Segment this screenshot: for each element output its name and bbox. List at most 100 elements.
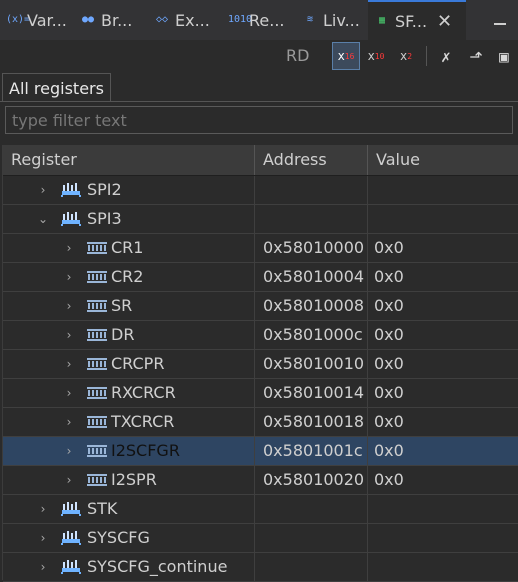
column-header-value[interactable]: Value (368, 145, 518, 175)
table-row[interactable]: › CR2 0x58010004 0x0 (3, 263, 518, 292)
tools-icon: ✗ (441, 46, 451, 66)
address-cell: 0x58010010 (255, 350, 368, 378)
table-row[interactable]: ⌄ SPI3 (3, 205, 518, 234)
chevron-right-icon[interactable]: › (37, 524, 49, 552)
value-cell[interactable]: 0x0 (368, 350, 518, 378)
bin-format-button[interactable]: x2 (392, 42, 420, 70)
value-cell[interactable]: 0x0 (368, 234, 518, 262)
export-button[interactable]: ⬏ (462, 42, 490, 70)
hex-format-button[interactable]: x 16 (332, 42, 360, 70)
value-cell[interactable]: 0x0 (368, 408, 518, 436)
register-name: STK (87, 499, 118, 518)
register-name: I2SPR (111, 470, 157, 489)
register-icon (87, 474, 107, 486)
tab-label: Var... (27, 10, 67, 30)
read-button[interactable]: RD (286, 46, 309, 65)
dec-label: x (367, 49, 375, 63)
table-row[interactable]: › SYSCFG (3, 524, 518, 553)
value-cell[interactable]: 0x0 (368, 466, 518, 494)
chevron-right-icon[interactable]: › (37, 553, 49, 581)
column-header-register[interactable]: Register (3, 145, 255, 175)
tab-expressions[interactable]: ◇◇ Ex... (148, 0, 222, 40)
register-name: TXCRCR (111, 412, 175, 431)
value-cell[interactable] (368, 205, 518, 233)
chevron-right-icon[interactable]: › (63, 437, 75, 465)
settings-button[interactable]: ✗ (432, 42, 460, 70)
register-name: SYSCFG_continue (87, 557, 228, 576)
value-cell[interactable] (368, 553, 518, 581)
chevron-down-icon[interactable]: ⌄ (37, 205, 49, 233)
register-cell: › CR1 (3, 234, 255, 262)
chevron-right-icon[interactable]: › (63, 350, 75, 378)
value-cell[interactable]: 0x0 (368, 437, 518, 465)
table-row[interactable]: › I2SPR 0x58010020 0x0 (3, 466, 518, 495)
hex-label: x (337, 49, 345, 63)
chevron-right-icon[interactable]: › (37, 495, 49, 523)
tab-sfrs[interactable]: ▦ SF... ✕ (368, 0, 466, 40)
sfr-icon: ▦ (378, 15, 386, 26)
table-row[interactable]: › SR 0x58010008 0x0 (3, 292, 518, 321)
register-name: CRCPR (111, 354, 165, 373)
tab-breakpoints[interactable]: ●● Br... (74, 0, 148, 40)
register-icon (87, 387, 107, 399)
chevron-right-icon[interactable]: › (63, 234, 75, 262)
export-icon: ⬏ (469, 46, 483, 66)
chevron-right-icon[interactable]: › (63, 408, 75, 436)
register-cell: › I2SPR (3, 466, 255, 494)
value-cell[interactable]: 0x0 (368, 263, 518, 291)
toolbar-separator (426, 46, 427, 66)
register-name: SYSCFG (87, 528, 150, 547)
tab-variables[interactable]: (x)= Var... (0, 0, 74, 40)
table-row[interactable]: › I2SCFGR 0x5801001c 0x0 (3, 437, 518, 466)
filter-input[interactable] (5, 106, 513, 134)
register-table: Register Address Value › SPI2 ⌄ SPI3 › CR1 0x5… (2, 145, 518, 582)
chevron-right-icon[interactable]: › (63, 466, 75, 494)
table-row[interactable]: › SPI2 (3, 176, 518, 205)
register-name: CR2 (111, 267, 144, 286)
register-cell: › CRCPR (3, 350, 255, 378)
tab-label: Liv... (323, 10, 360, 30)
register-icon (87, 242, 107, 254)
address-cell: 0x58010020 (255, 466, 368, 494)
tab-registers[interactable]: 1010 Re... (222, 0, 296, 40)
register-icon (87, 329, 107, 341)
table-row[interactable]: › TXCRCR 0x58010018 0x0 (3, 408, 518, 437)
table-row[interactable]: › RXCRCR 0x58010014 0x0 (3, 379, 518, 408)
minimize-icon[interactable] (494, 11, 506, 25)
column-header-address[interactable]: Address (255, 145, 368, 175)
value-cell[interactable] (368, 176, 518, 204)
value-cell[interactable]: 0x0 (368, 321, 518, 349)
register-cell: ⌄ SPI3 (3, 205, 255, 233)
register-cell: › SYSCFG_continue (3, 553, 255, 581)
value-cell[interactable]: 0x0 (368, 379, 518, 407)
register-name: SPI3 (87, 209, 122, 228)
dec-format-button[interactable]: x 10 (362, 42, 390, 70)
save-button[interactable]: ▣ (490, 42, 518, 70)
chevron-right-icon[interactable]: › (63, 263, 75, 291)
register-cell: › SPI2 (3, 176, 255, 204)
tab-live-expressions[interactable]: ≋ Liv... (296, 0, 368, 40)
register-cell: › SYSCFG (3, 524, 255, 552)
register-icon (87, 445, 107, 457)
table-row[interactable]: › STK (3, 495, 518, 524)
chevron-right-icon[interactable]: › (63, 292, 75, 320)
value-cell[interactable] (368, 495, 518, 523)
address-cell (255, 495, 368, 523)
chevron-right-icon[interactable]: › (37, 176, 49, 204)
address-cell: 0x5801000c (255, 321, 368, 349)
table-row[interactable]: › DR 0x5801000c 0x0 (3, 321, 518, 350)
value-cell[interactable] (368, 524, 518, 552)
tab-label: Ex... (175, 10, 210, 30)
table-row[interactable]: › CR1 0x58010000 0x0 (3, 234, 518, 263)
close-icon[interactable]: ✕ (437, 11, 452, 32)
table-row[interactable]: › SYSCFG_continue (3, 553, 518, 582)
peripheral-icon (61, 212, 81, 226)
value-cell[interactable]: 0x0 (368, 292, 518, 320)
table-header: Register Address Value (3, 145, 518, 176)
all-registers-tab[interactable]: All registers (2, 73, 111, 102)
chevron-right-icon[interactable]: › (63, 321, 75, 349)
address-cell: 0x58010004 (255, 263, 368, 291)
table-row[interactable]: › CRCPR 0x58010010 0x0 (3, 350, 518, 379)
chevron-right-icon[interactable]: › (63, 379, 75, 407)
register-icon (87, 416, 107, 428)
